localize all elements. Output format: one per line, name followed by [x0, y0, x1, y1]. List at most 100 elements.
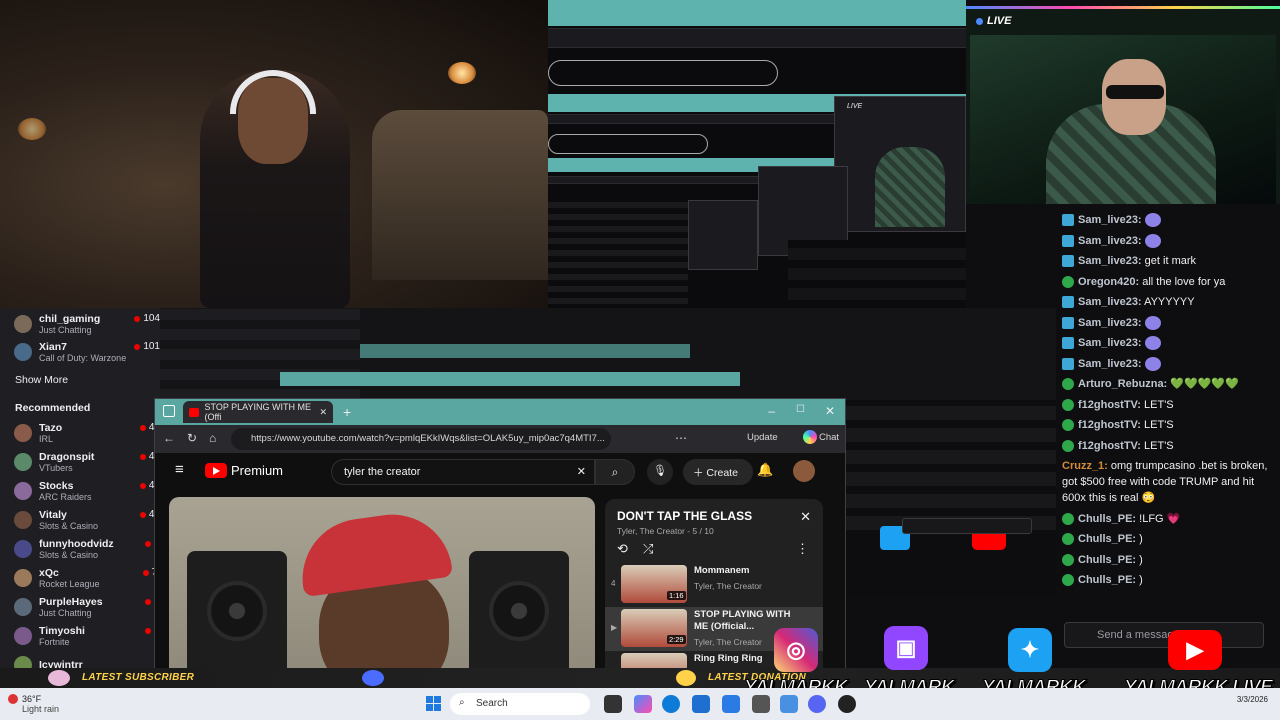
- channel-category: Slots & Casino: [39, 549, 99, 560]
- chat-username[interactable]: Chulls_PE:: [1078, 513, 1136, 525]
- nested-chat-recursion: [846, 400, 1056, 530]
- speaker-right: [469, 551, 569, 679]
- copilot-icon[interactable]: [803, 430, 817, 444]
- close-playlist-icon[interactable]: ✕: [800, 509, 811, 525]
- youtube-search-input[interactable]: tyler the creator ✕: [331, 459, 595, 485]
- chat-username[interactable]: Chulls_PE:: [1078, 554, 1136, 566]
- chat-username[interactable]: Sam_live23:: [1078, 317, 1142, 329]
- sidebar-channel-dragonspit[interactable]: DragonspitVTubers45: [14, 448, 160, 476]
- back-icon[interactable]: ←: [163, 431, 175, 445]
- app-icon[interactable]: [752, 695, 770, 713]
- avatar[interactable]: [793, 460, 815, 482]
- channel-name: Stocks: [39, 479, 74, 492]
- chat-text: ): [1139, 533, 1143, 545]
- nested-teal-bar: [280, 372, 740, 386]
- chat-username[interactable]: Cruzz_1:: [1062, 460, 1108, 472]
- shuffle-icon[interactable]: ⤮: [643, 541, 653, 557]
- verified-badge-icon: [1062, 398, 1074, 411]
- chat-username[interactable]: Chulls_PE:: [1078, 533, 1136, 545]
- stream-overlay-banner: LATEST SUBSCRIBER LATEST DONATION: [0, 668, 1280, 688]
- avatar: [14, 569, 32, 587]
- weather-widget[interactable]: 36°F Light rain: [22, 694, 59, 714]
- sidebar-channel-xqc[interactable]: xQcRocket League7.: [14, 564, 160, 592]
- loop-icon[interactable]: ⟲: [617, 541, 628, 557]
- nested-teal-bar: [360, 344, 690, 358]
- channel-name: Xian7: [39, 340, 68, 353]
- search-button[interactable]: ⌕: [595, 459, 635, 485]
- chat-username[interactable]: Sam_live23:: [1078, 358, 1142, 370]
- minimize-icon[interactable]: –: [768, 404, 775, 418]
- chat-text: 💚💚💚💚💚: [1170, 378, 1239, 390]
- more-options-icon[interactable]: ⋮: [796, 541, 809, 557]
- refresh-icon[interactable]: ↻: [187, 431, 197, 445]
- close-tab-icon[interactable]: ✕: [319, 407, 327, 418]
- nested-webcam: LIVE: [834, 96, 966, 232]
- sidebar-channel-purplehayes[interactable]: PurpleHayesJust Chatting4: [14, 593, 160, 621]
- sidebar-channel-tazo[interactable]: TazoIRL45: [14, 419, 160, 447]
- app-icon[interactable]: [780, 695, 798, 713]
- clear-search-icon[interactable]: ✕: [577, 465, 586, 478]
- voice-search-button[interactable]: 🎙: [647, 459, 673, 485]
- speaker-left: [187, 551, 287, 679]
- show-more-link[interactable]: Show More: [15, 374, 68, 386]
- create-button[interactable]: ＋ Create: [683, 459, 753, 485]
- store-icon[interactable]: [692, 695, 710, 713]
- update-button[interactable]: Update: [747, 432, 778, 443]
- discord-icon[interactable]: [808, 695, 826, 713]
- workspaces-icon[interactable]: [163, 405, 175, 417]
- chat-username[interactable]: Sam_live23:: [1078, 337, 1142, 349]
- chat-username[interactable]: f12ghostTV:: [1078, 440, 1141, 452]
- twitter-badge-icon: [1062, 337, 1074, 349]
- chat-username[interactable]: Oregon420:: [1078, 276, 1139, 288]
- chat-username[interactable]: f12ghostTV:: [1078, 419, 1141, 431]
- chat-button[interactable]: Chat: [819, 432, 839, 443]
- chat-username[interactable]: Sam_live23:: [1078, 214, 1142, 226]
- weather-condition: Light rain: [22, 704, 60, 714]
- chat-input[interactable]: Send a message: [1064, 622, 1264, 648]
- extensions-icon[interactable]: ⋯: [675, 431, 687, 445]
- subscriber-icon: [48, 670, 70, 686]
- channel-name: PurpleHayes: [39, 595, 103, 608]
- start-button[interactable]: [426, 696, 441, 711]
- chat-username[interactable]: Arturo_Rebuzna:: [1078, 378, 1167, 390]
- dropbox-icon[interactable]: [722, 695, 740, 713]
- new-tab-icon[interactable]: +: [343, 404, 351, 420]
- url-field[interactable]: https://www.youtube.com/watch?v=pmlqEKkI…: [231, 428, 611, 450]
- nested-sidebar-recursion: [160, 308, 1056, 400]
- home-icon[interactable]: ⌂: [209, 431, 216, 445]
- browser-tab[interactable]: STOP PLAYING WITH ME (Offi ✕: [183, 401, 333, 423]
- sidebar-channel-chil_gaming[interactable]: chil_gaming Just Chatting 104: [14, 310, 160, 338]
- youtube-header: ≡ Premium tyler the creator ✕ ⌕ 🎙 ＋ Crea…: [155, 453, 845, 489]
- sidebar-channel-vitaly[interactable]: VitalySlots & Casino45: [14, 506, 160, 534]
- taskbar-search[interactable]: ⌕ Search: [450, 693, 590, 715]
- verified-badge-icon: [1062, 419, 1074, 431]
- sidebar-channel-timyoshi[interactable]: TimyoshiFortnite4: [14, 622, 160, 650]
- edge-icon[interactable]: [662, 695, 680, 713]
- playlist-index: ▶: [611, 623, 618, 632]
- system-clock[interactable]: 3/3/2026: [1237, 694, 1268, 705]
- close-window-icon[interactable]: ✕: [825, 404, 835, 418]
- browser-window[interactable]: STOP PLAYING WITH ME (Offi ✕ + – ☐ ✕ ← ↻…: [154, 398, 846, 680]
- chat-username[interactable]: Sam_live23:: [1078, 235, 1142, 247]
- sidebar-channel-stocks[interactable]: StocksARC Raiders45: [14, 477, 160, 505]
- menu-icon[interactable]: ≡: [175, 461, 184, 478]
- video-player[interactable]: [169, 497, 595, 679]
- playlist-item[interactable]: 4 1:16 Mommanem Tyler, The Creator: [605, 563, 823, 607]
- twitch-icon: ▣: [884, 626, 928, 670]
- avatar: [14, 627, 32, 645]
- weather-alert-icon[interactable]: [8, 694, 18, 704]
- maximize-icon[interactable]: ☐: [796, 404, 805, 415]
- donation-icon: [676, 670, 696, 686]
- sidebar-channel-xian7[interactable]: Xian7 Call of Duty: Warzone 101: [14, 338, 160, 366]
- chat-username[interactable]: Sam_live23:: [1078, 255, 1142, 267]
- chat-username[interactable]: Sam_live23:: [1078, 296, 1142, 308]
- copilot-app-icon[interactable]: [634, 695, 652, 713]
- chat-username[interactable]: Chulls_PE:: [1078, 574, 1136, 586]
- sidebar-channel-funnyhoodvidz[interactable]: funnyhoodvidzSlots & Casino5: [14, 535, 160, 563]
- youtube-logo[interactable]: Premium: [205, 463, 283, 478]
- task-view-icon[interactable]: [604, 695, 622, 713]
- chat-username[interactable]: f12ghostTV:: [1078, 399, 1141, 411]
- chat-text: !LFG 💗: [1139, 512, 1181, 525]
- notifications-bell-icon[interactable]: 🔔: [757, 462, 773, 478]
- obs-icon[interactable]: [838, 695, 856, 713]
